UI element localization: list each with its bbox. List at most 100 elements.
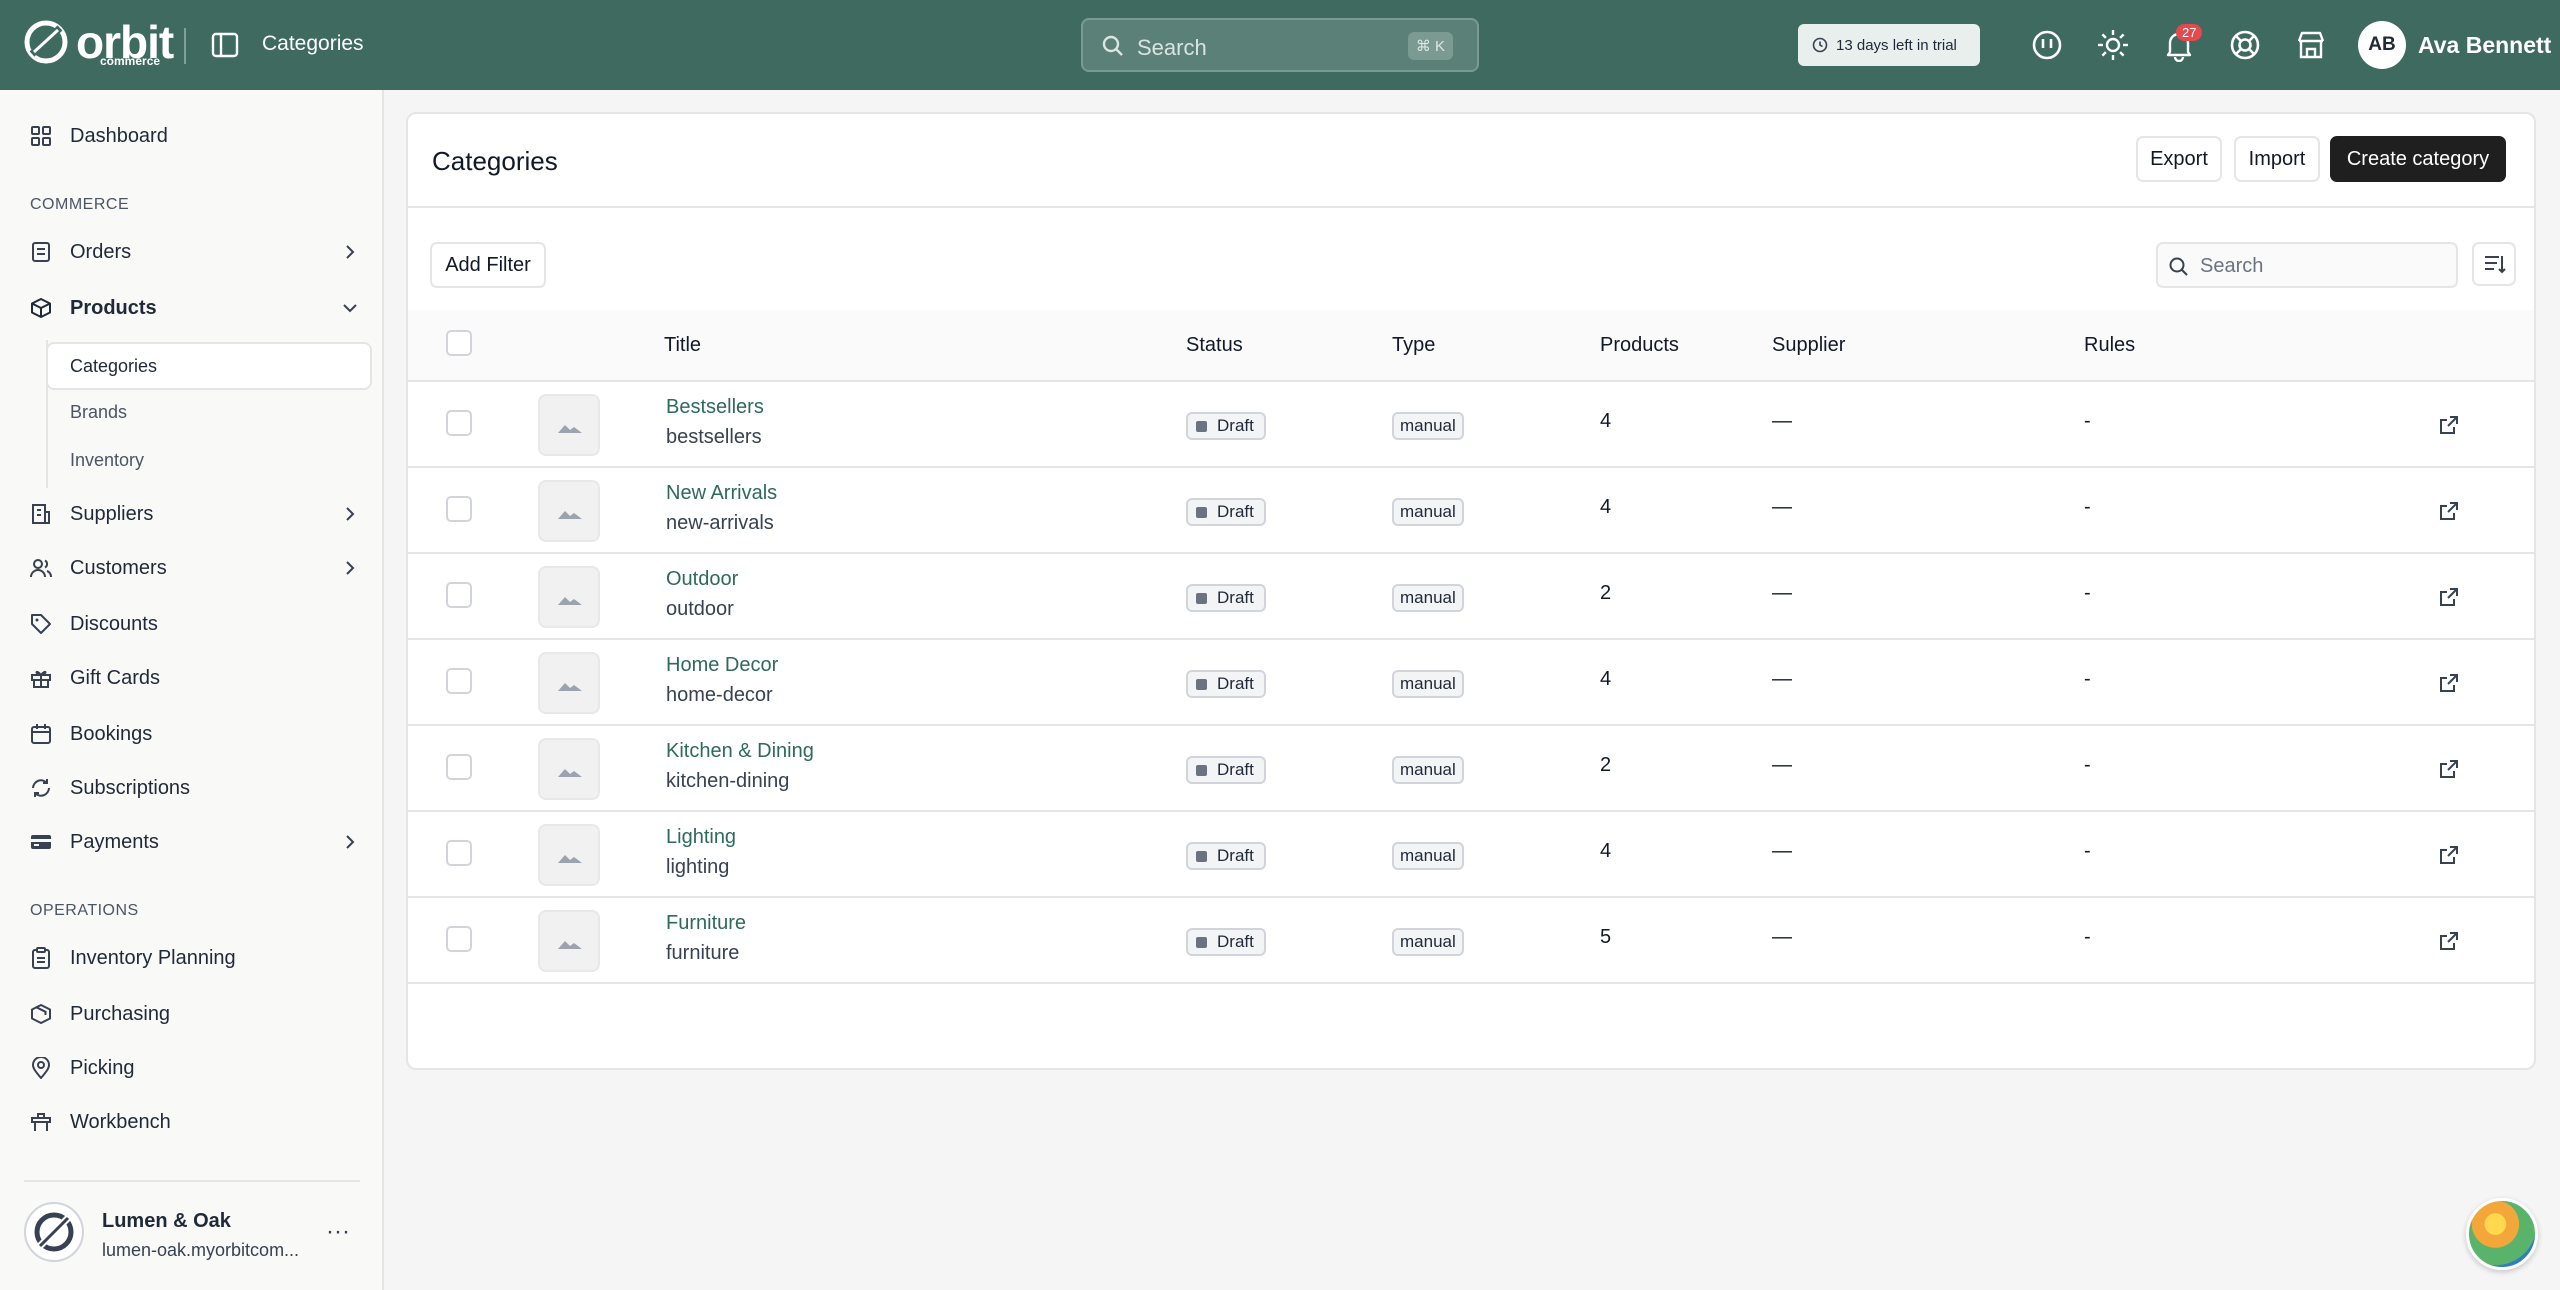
export-button[interactable]: Export [2136,136,2222,182]
external-link-icon[interactable] [2438,758,2460,780]
table-row[interactable]: Kitchen & Dining kitchen-dining Draft manua… [408,726,2534,812]
select-all-checkbox[interactable] [446,330,472,356]
supplier-value: — [1772,582,1792,604]
category-title-link[interactable]: Bestsellers [666,396,764,419]
workbench-icon [31,1113,51,1131]
user-name[interactable]: Ava Bennett [2418,32,2551,59]
nav-sub-inventory[interactable]: Inventory [70,450,144,471]
category-title-link[interactable]: Home Decor [666,654,778,677]
nav-discounts[interactable]: Discounts [30,604,360,644]
store-avatar[interactable] [24,1202,84,1262]
col-rules[interactable]: Rules [2084,334,2135,357]
store-menu-button[interactable]: ··· [326,1218,350,1246]
col-supplier[interactable]: Supplier [1772,334,1845,357]
sidebar-toggle-icon[interactable] [210,30,240,60]
supplier-value: — [1772,496,1792,518]
row-checkbox[interactable] [446,410,472,436]
table-search-input[interactable]: Search [2156,242,2458,288]
nav-inventory-planning[interactable]: Inventory Planning [30,938,360,978]
col-type[interactable]: Type [1392,334,1435,357]
image-placeholder-icon [558,855,582,863]
storefront-icon[interactable] [2294,28,2328,62]
category-thumbnail [538,824,600,886]
row-checkbox[interactable] [446,840,472,866]
external-link-icon[interactable] [2438,414,2460,436]
nav-sub-brands[interactable]: Brands [70,402,127,423]
nav-subscriptions[interactable]: Subscriptions [30,768,360,808]
category-title-link[interactable]: Furniture [666,912,746,935]
row-checkbox[interactable] [446,668,472,694]
import-button[interactable]: Import [2234,136,2320,182]
category-title-link[interactable]: Outdoor [666,568,738,591]
external-link-icon[interactable] [2438,586,2460,608]
nav-bookings-label: Bookings [70,722,153,745]
rules-value: - [2084,668,2091,690]
row-checkbox[interactable] [446,496,472,522]
col-products[interactable]: Products [1600,334,1679,357]
external-link-icon[interactable] [2438,844,2460,866]
external-link-icon[interactable] [2438,500,2460,522]
external-link-icon[interactable] [2438,930,2460,952]
nav-payments-label: Payments [70,830,159,853]
nav-purchasing[interactable]: Purchasing [30,994,360,1034]
sort-button[interactable] [2472,242,2516,286]
category-thumbnail [538,480,600,542]
nav-products[interactable]: Products [30,288,360,328]
global-search[interactable]: Search ⌘ K [1081,18,1479,72]
create-category-button[interactable]: Create category [2330,136,2506,182]
status-badge: Draft [1186,928,1266,956]
status-dot [1196,506,1207,518]
row-checkbox[interactable] [446,926,472,952]
type-text: manual [1400,674,1456,693]
feedback-icon[interactable] [2030,28,2064,62]
col-status[interactable]: Status [1186,334,1243,357]
store-url[interactable]: lumen-oak.myorbitcom... [102,1240,299,1261]
products-count: 4 [1600,496,1612,518]
supplier-value: — [1772,926,1792,948]
table-row[interactable]: Furniture furniture Draft manual 5 — - [408,898,2534,984]
brand-logo[interactable]: orbit commerce [22,18,174,68]
row-checkbox[interactable] [446,754,472,780]
category-thumbnail [538,566,600,628]
table-row[interactable]: Home Decor home-decor Draft manual 4 — - [408,640,2534,726]
external-link-icon[interactable] [2438,672,2460,694]
type-text: manual [1400,846,1456,865]
status-text: Draft [1217,502,1254,521]
user-avatar[interactable]: AB [2358,21,2406,69]
table-row[interactable]: Lighting lighting Draft manual 4 — - [408,812,2534,898]
nav-customers[interactable]: Customers [30,548,360,588]
nav-orders[interactable]: Orders [30,232,360,272]
package-icon [31,1004,51,1024]
nav-payments[interactable]: Payments [30,822,360,862]
type-badge: manual [1392,498,1464,526]
category-title-link[interactable]: Lighting [666,826,736,849]
nav-products-label: Products [70,296,157,319]
theme-sun-icon[interactable] [2096,28,2130,62]
category-title-link[interactable]: Kitchen & Dining [666,740,814,763]
orders-icon [32,242,50,262]
type-badge: manual [1392,842,1464,870]
nav-picking-label: Picking [70,1056,135,1079]
row-checkbox[interactable] [446,582,472,608]
nav-gift-cards[interactable]: Gift Cards [30,658,360,698]
assistant-launcher-button[interactable] [2466,1198,2538,1270]
table-row[interactable]: New Arrivals new-arrivals Draft manual 4 — - [408,468,2534,554]
store-name[interactable]: Lumen & Oak [102,1210,231,1233]
help-lifebuoy-icon[interactable] [2228,28,2262,62]
table-search-placeholder: Search [2200,255,2264,277]
col-title[interactable]: Title [664,334,701,357]
nav-sub-categories[interactable]: Categories [46,342,372,390]
type-badge: manual [1392,928,1464,956]
nav-workbench[interactable]: Workbench [30,1102,360,1142]
trial-badge[interactable]: 13 days left in trial [1798,24,1980,66]
table-row[interactable]: Outdoor outdoor Draft manual 2 — - [408,554,2534,640]
nav-picking[interactable]: Picking [30,1048,360,1088]
nav-suppliers[interactable]: Suppliers [30,494,360,534]
refresh-cycle-icon [32,779,50,797]
nav-bookings[interactable]: Bookings [30,714,360,754]
category-title-link[interactable]: New Arrivals [666,482,777,505]
table-row[interactable]: Bestsellers bestsellers Draft manual 4 — - [408,382,2534,468]
status-text: Draft [1217,846,1254,865]
nav-dashboard[interactable]: Dashboard [30,116,360,156]
add-filter-button[interactable]: Add Filter [430,242,546,288]
